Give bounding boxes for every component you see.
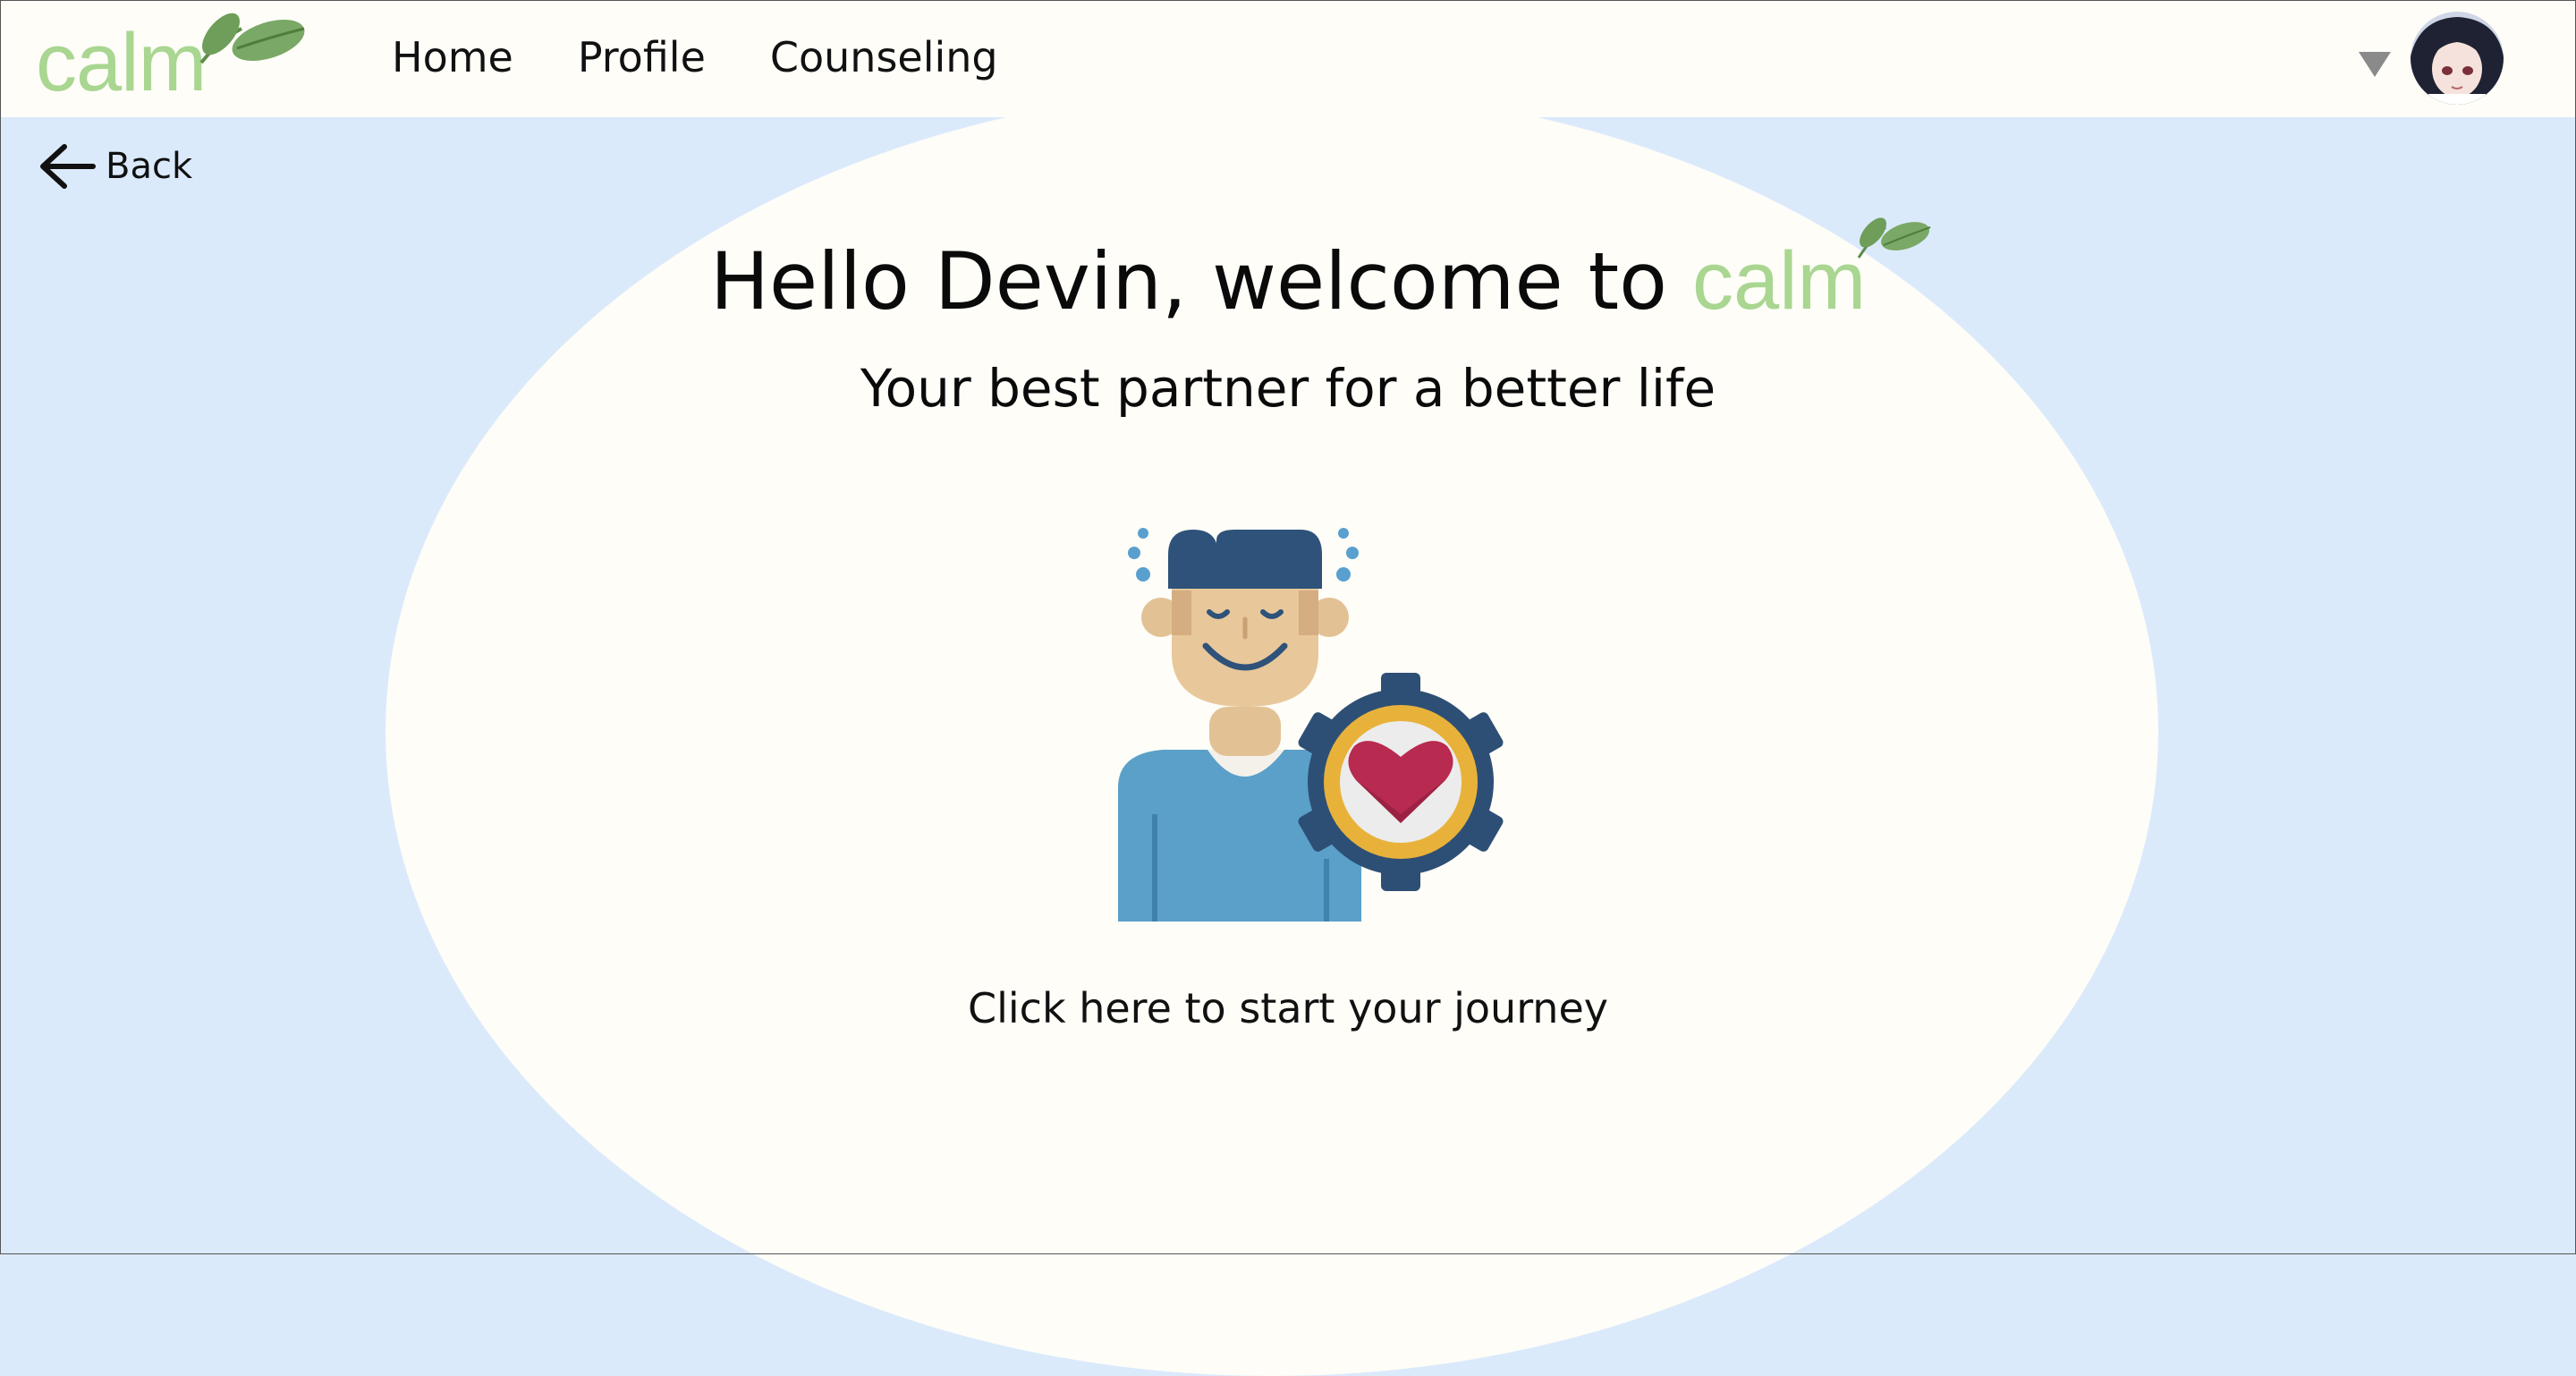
brand-logo-text: calm: [36, 17, 207, 108]
leaf-icon: [199, 13, 305, 64]
tagline: Your best partner for a better life: [860, 358, 1716, 419]
welcome-heading: Hello Devin, welcome to calm: [0, 217, 2576, 328]
start-journey-link[interactable]: Click here to start your journey: [0, 984, 2576, 1032]
top-navigation-bar: calm Home Profile Counseling: [0, 0, 2576, 117]
person-with-heart-gear-icon: [1118, 528, 1504, 922]
nav-item-counseling[interactable]: Counseling: [770, 30, 998, 84]
back-button[interactable]: Back: [38, 143, 192, 190]
welcome-greeting: Hello Devin, welcome to: [709, 235, 1667, 327]
main-nav: Home Profile Counseling: [392, 30, 998, 84]
avatar-portrait: [2411, 12, 2504, 105]
arrow-left-icon: [40, 144, 96, 189]
inline-brand-text: calm: [1691, 235, 1867, 327]
nav-item-home[interactable]: Home: [392, 30, 513, 84]
caret-down-icon[interactable]: [2357, 48, 2393, 79]
inline-brand-logo: calm: [1691, 217, 1931, 328]
user-avatar[interactable]: [2411, 12, 2504, 105]
nav-item-profile[interactable]: Profile: [578, 30, 706, 84]
leaf-icon: [1857, 217, 1931, 259]
brand-logo[interactable]: calm: [36, 9, 305, 108]
back-label: Back: [106, 146, 193, 187]
